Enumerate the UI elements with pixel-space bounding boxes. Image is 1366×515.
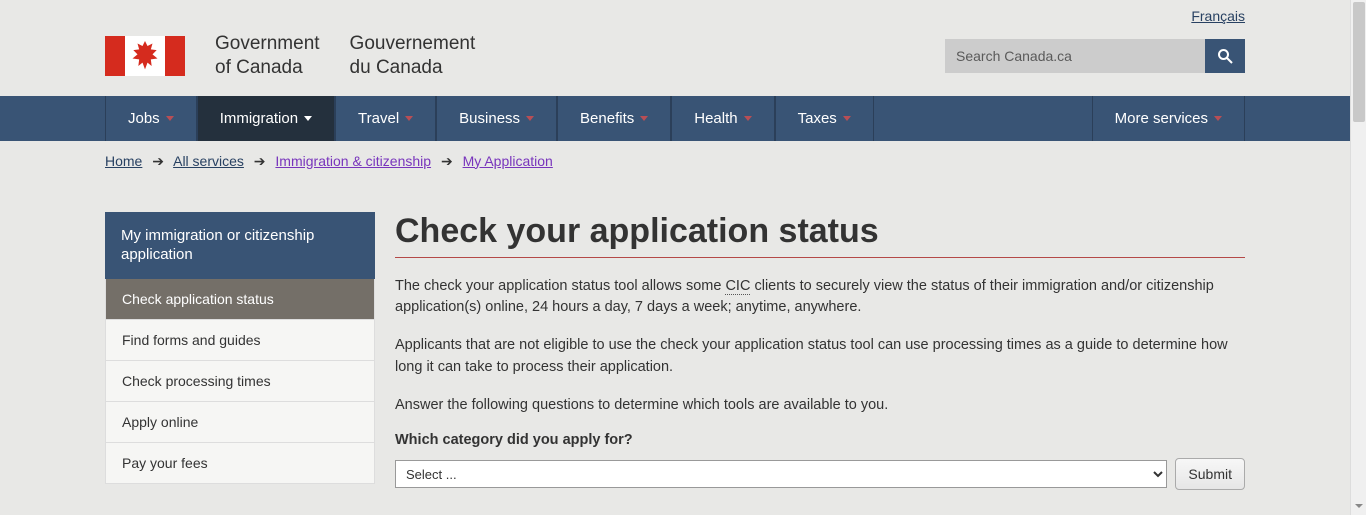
scroll-thumb[interactable] [1353, 2, 1365, 122]
search-input[interactable] [945, 39, 1205, 73]
nav-travel[interactable]: Travel [335, 96, 436, 141]
breadcrumb: Home ➔ All services ➔ Immigration & citi… [105, 141, 1245, 182]
primary-nav: Jobs Immigration Travel Business Benefit… [0, 96, 1350, 141]
arrow-right-icon: ➔ [254, 153, 266, 169]
sidebar-item-check-status[interactable]: Check application status [105, 279, 375, 320]
section-sidebar: My immigration or citizenship applicatio… [105, 212, 375, 491]
scroll-down-arrow[interactable] [1353, 499, 1365, 513]
gov-text-en: Government of Canada [215, 32, 320, 80]
nav-health[interactable]: Health [671, 96, 774, 141]
abbr-cic: CIC [725, 278, 750, 295]
chevron-down-icon [744, 116, 752, 121]
search-button[interactable] [1205, 39, 1245, 73]
chevron-down-icon [640, 116, 648, 121]
chevron-down-icon [526, 116, 534, 121]
question-label: Which category did you apply for? [395, 432, 1245, 448]
arrow-right-icon: ➔ [441, 153, 453, 169]
breadcrumb-home[interactable]: Home [105, 153, 142, 169]
breadcrumb-all-services[interactable]: All services [173, 153, 244, 169]
sidebar-item-pay-fees[interactable]: Pay your fees [105, 443, 375, 484]
chevron-down-icon [304, 116, 312, 121]
submit-button[interactable]: Submit [1175, 458, 1245, 490]
category-select[interactable]: Select ... [395, 460, 1167, 488]
canada-flag-icon [105, 35, 185, 77]
page-title: Check your application status [395, 212, 1245, 258]
gov-text-fr: Gouvernement du Canada [350, 32, 476, 80]
nav-more-services[interactable]: More services [1092, 96, 1245, 141]
intro-paragraph-1: The check your application status tool a… [395, 276, 1245, 320]
language-toggle[interactable]: Français [1191, 8, 1245, 24]
intro-paragraph-2: Applicants that are not eligible to use … [395, 335, 1245, 379]
chevron-down-icon [843, 116, 851, 121]
breadcrumb-immigration[interactable]: Immigration & citizenship [275, 153, 431, 169]
chevron-down-icon [405, 116, 413, 121]
nav-business[interactable]: Business [436, 96, 557, 141]
nav-immigration[interactable]: Immigration [197, 96, 335, 141]
vertical-scrollbar[interactable] [1350, 0, 1366, 515]
nav-taxes[interactable]: Taxes [775, 96, 874, 141]
sidebar-header: My immigration or citizenship applicatio… [105, 212, 375, 279]
sidebar-item-processing-times[interactable]: Check processing times [105, 361, 375, 402]
arrow-right-icon: ➔ [152, 153, 164, 169]
main-content: Check your application status The check … [395, 212, 1245, 491]
site-search [945, 39, 1245, 73]
chevron-down-icon [1214, 116, 1222, 121]
breadcrumb-my-application[interactable]: My Application [463, 153, 553, 169]
sidebar-item-apply-online[interactable]: Apply online [105, 402, 375, 443]
chevron-down-icon [166, 116, 174, 121]
nav-jobs[interactable]: Jobs [105, 96, 197, 141]
sidebar-item-find-forms[interactable]: Find forms and guides [105, 320, 375, 361]
search-icon [1217, 48, 1233, 64]
site-brand: Government of Canada Gouvernement du Can… [105, 32, 475, 80]
intro-paragraph-3: Answer the following questions to determ… [395, 395, 1245, 417]
nav-benefits[interactable]: Benefits [557, 96, 671, 141]
